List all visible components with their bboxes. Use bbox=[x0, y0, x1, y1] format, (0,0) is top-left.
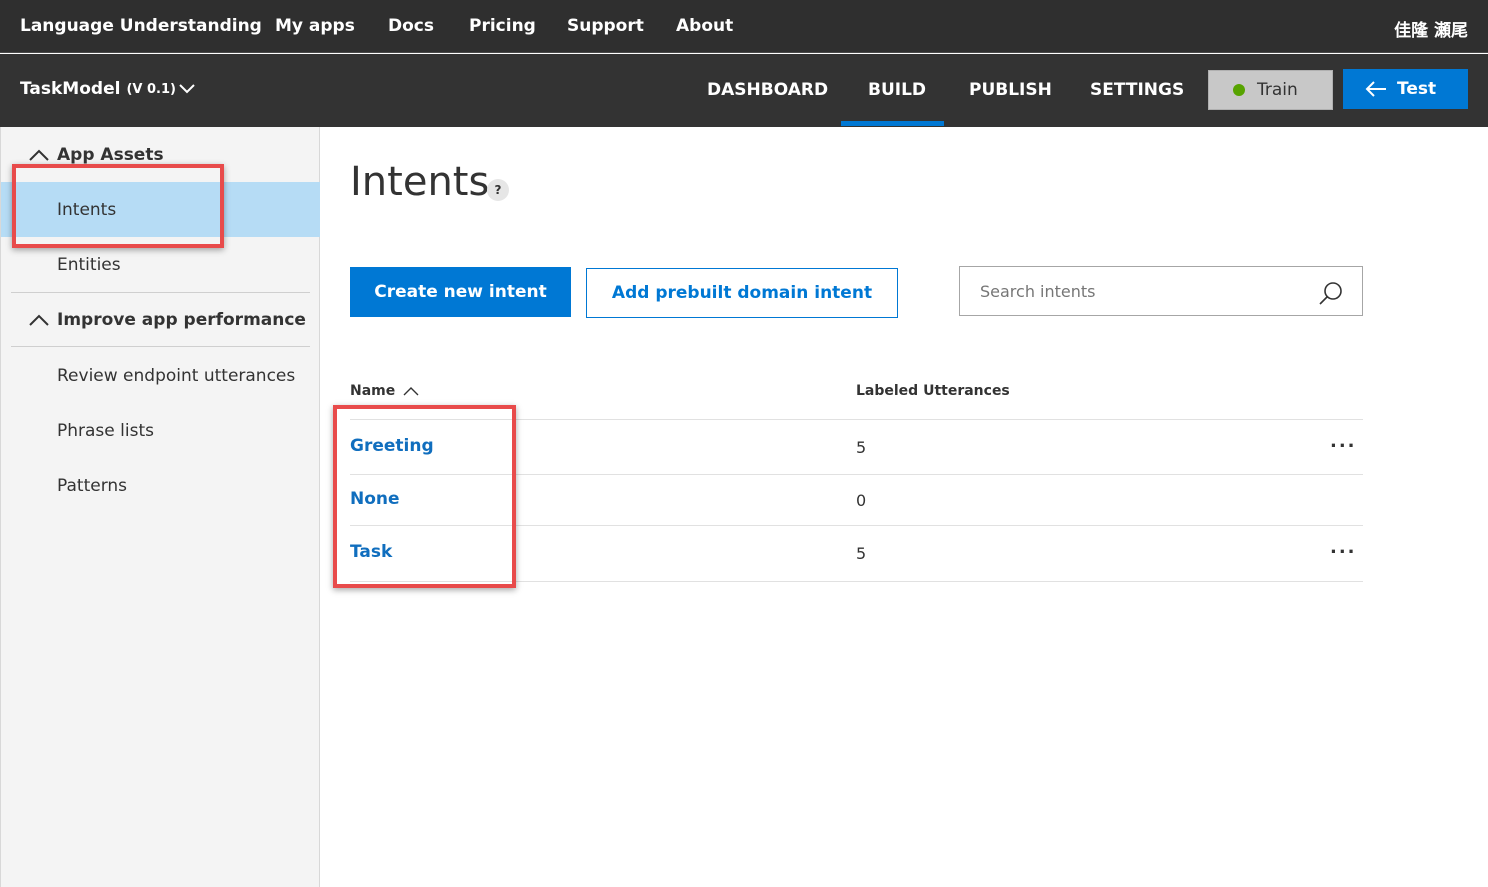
utterance-count: 5 bbox=[856, 544, 867, 563]
train-label: Train bbox=[1257, 80, 1298, 100]
chevron-up-icon bbox=[29, 149, 49, 161]
arrow-left-icon bbox=[1365, 81, 1386, 97]
create-new-intent-button[interactable]: Create new intent bbox=[350, 267, 571, 317]
nav-about[interactable]: About bbox=[676, 16, 733, 36]
nav-pricing[interactable]: Pricing bbox=[469, 16, 536, 36]
sidebar: App Assets Intents Entities Improve app … bbox=[0, 127, 320, 887]
sidebar-item-label: Patterns bbox=[57, 475, 128, 496]
nav-support[interactable]: Support bbox=[567, 16, 644, 36]
row-divider bbox=[350, 525, 1363, 526]
test-label: Test bbox=[1397, 79, 1437, 99]
sidebar-item-entities[interactable]: Entities bbox=[1, 237, 320, 292]
user-name[interactable]: 佳隆 瀬尾 bbox=[1394, 16, 1468, 41]
tab-build[interactable]: BUILD bbox=[868, 80, 926, 100]
test-button[interactable]: Test bbox=[1343, 69, 1468, 109]
chevron-up-icon bbox=[29, 314, 49, 326]
search-icon[interactable] bbox=[1318, 280, 1344, 306]
row-divider bbox=[350, 581, 1363, 582]
sidebar-item-label: Review endpoint utterances bbox=[57, 365, 296, 386]
sidebar-item-intents[interactable]: Intents bbox=[1, 182, 320, 237]
tab-settings[interactable]: SETTINGS bbox=[1090, 80, 1184, 100]
status-dot-icon bbox=[1233, 84, 1245, 96]
sidebar-group-improve-app-performance[interactable]: Improve app performance bbox=[29, 310, 306, 330]
sidebar-group-label: App Assets bbox=[57, 145, 164, 165]
sidebar-item-phrase-lists[interactable]: Phrase lists bbox=[1, 403, 320, 458]
row-divider bbox=[350, 474, 1363, 475]
column-header-label: Name bbox=[350, 383, 396, 399]
sort-ascending-icon bbox=[403, 387, 419, 396]
tab-dashboard[interactable]: DASHBOARD bbox=[707, 80, 828, 100]
intent-link-greeting[interactable]: Greeting bbox=[350, 436, 434, 456]
app-bar: TaskModel (V 0.1) DASHBOARD BUILD PUBLIS… bbox=[0, 54, 1488, 127]
tab-publish[interactable]: PUBLISH bbox=[969, 80, 1052, 100]
sidebar-item-label: Entities bbox=[57, 254, 121, 275]
search-box bbox=[959, 266, 1363, 316]
sidebar-divider bbox=[11, 346, 310, 347]
sidebar-divider bbox=[11, 292, 310, 293]
sidebar-group-label: Improve app performance bbox=[57, 310, 306, 330]
row-divider bbox=[350, 419, 1363, 420]
sidebar-item-label: Intents bbox=[57, 199, 117, 220]
chevron-down-icon bbox=[179, 79, 195, 99]
brand-link[interactable]: Language Understanding bbox=[20, 16, 262, 36]
top-bar: Language Understanding My apps Docs Pric… bbox=[0, 0, 1488, 53]
nav-docs[interactable]: Docs bbox=[388, 16, 434, 36]
sidebar-item-review-endpoint-utterances[interactable]: Review endpoint utterances bbox=[1, 348, 320, 403]
app-version: (V 0.1) bbox=[126, 81, 176, 97]
utterance-count: 5 bbox=[856, 438, 867, 457]
app-selector[interactable]: TaskModel (V 0.1) bbox=[20, 79, 195, 99]
sidebar-item-patterns[interactable]: Patterns bbox=[1, 458, 320, 513]
add-prebuilt-domain-intent-button[interactable]: Add prebuilt domain intent bbox=[586, 268, 898, 318]
help-icon[interactable]: ? bbox=[487, 179, 509, 201]
more-options-icon[interactable]: ... bbox=[1330, 431, 1357, 452]
scrollbar[interactable] bbox=[1480, 127, 1488, 887]
sidebar-item-label: Phrase lists bbox=[57, 420, 154, 441]
column-header-labeled-utterances[interactable]: Labeled Utterances bbox=[856, 383, 1010, 399]
utterance-count: 0 bbox=[856, 491, 867, 510]
search-input[interactable] bbox=[960, 267, 1320, 315]
nav-my-apps[interactable]: My apps bbox=[275, 16, 355, 36]
page-title: Intents bbox=[350, 159, 490, 205]
more-options-icon[interactable]: ... bbox=[1330, 537, 1357, 558]
sidebar-group-app-assets[interactable]: App Assets bbox=[29, 145, 164, 165]
active-tab-indicator bbox=[841, 121, 944, 126]
train-button[interactable]: Train bbox=[1208, 70, 1333, 110]
app-name: TaskModel bbox=[20, 79, 121, 99]
intent-link-task[interactable]: Task bbox=[350, 542, 392, 562]
intent-link-none[interactable]: None bbox=[350, 489, 400, 509]
main-content: Intents ? Create new intent Add prebuilt… bbox=[320, 127, 1488, 887]
column-header-name[interactable]: Name bbox=[350, 383, 419, 399]
